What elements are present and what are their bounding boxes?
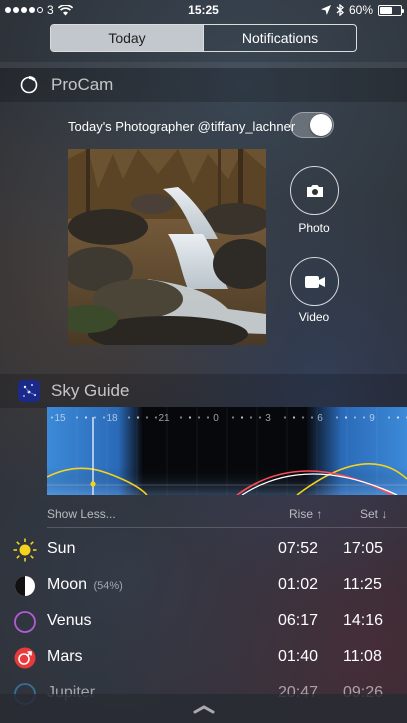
hour-tick-dot [102,416,106,419]
list-item-mars[interactable]: Mars 01:40 11:08 [0,640,407,676]
sky-guide-column-headers: Show Less... Rise ↑ Set ↓ [47,502,407,528]
tab-today[interactable]: Today [51,25,203,51]
hour-tick-dot [292,416,296,419]
rise-time: 06:17 [278,612,319,629]
sky-guide-title: Sky Guide [51,381,130,400]
show-less-link[interactable]: Show Less... [47,507,116,521]
rise-time: 01:40 [278,648,319,665]
hour-tick-dot [310,416,314,419]
sky-timeline-svg: 151821036912 [47,407,407,495]
battery-fill [380,6,392,14]
video-label: Video [298,310,330,324]
hour-tick-dot [179,416,183,419]
tab-notifications[interactable]: Notifications [203,25,356,51]
procam-app-icon [18,74,40,96]
hour-tick-dot [249,416,253,419]
hour-tick-dot [188,416,192,419]
hour-tick-dot [197,416,201,419]
hour-tick-dot [154,416,158,419]
body-name: Venus [47,612,92,629]
hour-tick-dot [240,416,244,419]
status-right: 60% [320,3,404,17]
toggle-knob [310,114,332,136]
procam-title: ProCam [51,75,114,94]
hour-tick-dot [283,416,287,419]
set-time: 11:25 [343,576,382,593]
set-time: 14:16 [343,612,384,629]
arrow-up-icon: ↑ [316,507,323,521]
body-name: Moon (54%) [47,576,123,593]
hour-tick-dot [145,416,149,419]
hour-tick-label: 15 [54,413,66,424]
body-name: Sun [47,540,76,557]
set-time: 11:08 [343,648,382,665]
photo-label: Photo [298,221,330,235]
hour-tick-label: 6 [317,413,323,424]
rise-time: 01:02 [278,576,319,593]
hour-tick-dot [258,416,262,419]
sky-timeline-chart[interactable]: 151821036912 [47,407,407,495]
hour-tick-dot [353,416,357,419]
hour-tick-dot [206,416,210,419]
hour-tick-label: 18 [106,413,118,424]
list-item-venus[interactable]: Venus 06:17 14:16 [0,604,407,640]
hour-tick-dot [93,416,97,419]
bluetooth-icon [336,4,344,16]
hour-tick-dot [396,416,400,419]
hour-tick-dot [387,416,391,419]
rise-column-header: Rise ↑ [289,507,323,521]
hour-tick-dot [127,416,131,419]
photo-of-the-day[interactable] [68,149,266,345]
hour-tick-dot [344,416,348,419]
hour-tick-dot [335,416,339,419]
waterfall-photo [68,149,266,345]
hour-tick-label: 9 [369,413,375,424]
status-bar: 3 15:25 60% [0,0,407,20]
arrow-down-icon: ↓ [381,507,388,521]
sky-guide-app-icon [18,380,40,402]
battery-percent: 60% [348,3,373,17]
hour-tick-dot [75,416,79,419]
notification-center-grabber[interactable] [0,694,407,723]
video-button[interactable] [290,257,339,306]
set-column-header: Set ↓ [360,507,388,521]
hour-tick-label: 0 [213,413,219,424]
mars-icon [14,647,36,669]
list-item-sun[interactable]: Sun 07:52 17:05 [0,532,407,568]
rise-time: 07:52 [278,540,319,557]
location-icon [320,5,331,15]
hour-tick-label: 3 [265,413,271,424]
photographer-credit: Today's Photographer @tiffany_lachner [68,119,296,134]
sky-guide-widget-header[interactable]: Sky Guide [0,374,407,408]
list-item-moon[interactable]: Moon (54%) 01:02 11:25 [0,568,407,604]
sun-icon [13,538,37,562]
set-time: 17:05 [343,540,384,557]
body-name: Mars [47,648,83,665]
photo-button[interactable] [290,166,339,215]
hour-tick-dot [84,416,88,419]
moon-icon [15,576,35,596]
battery-icon [378,4,404,16]
chevron-handle-icon [193,704,214,713]
hour-tick-dot [136,416,140,419]
today-notifications-segmented-control: Today Notifications [50,24,357,52]
hour-tick-dot [231,416,235,419]
moon-illumination: (54%) [93,580,123,592]
hour-tick-dot [301,416,305,419]
hour-tick-label: 21 [158,413,170,424]
hour-tick-dot [50,416,54,419]
procam-widget-header[interactable]: ProCam [0,68,407,102]
camera-icon [306,184,323,197]
venus-icon [14,611,36,633]
hour-tick-dot [362,416,366,419]
video-camera-icon [304,275,325,288]
photographer-toggle[interactable] [290,112,334,138]
